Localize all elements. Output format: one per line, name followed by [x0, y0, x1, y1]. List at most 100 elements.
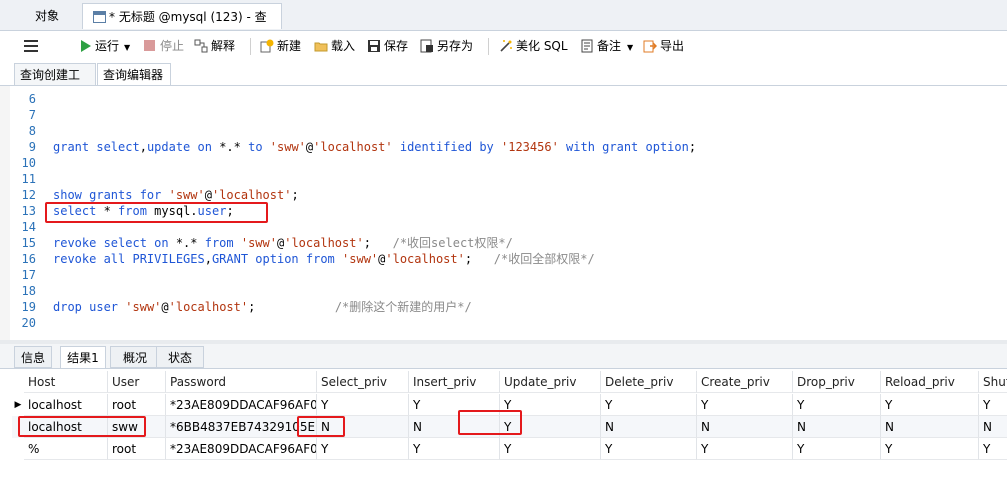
tab-query-builder[interactable]: 查询创建工具	[14, 63, 96, 104]
code-token: @	[161, 300, 169, 314]
code-line[interactable]: 7	[0, 107, 36, 123]
table-cell[interactable]: N	[697, 416, 793, 438]
code-line[interactable]: 18	[0, 283, 36, 299]
code-line[interactable]: 15 revoke select on *.* from 'sww'@'local…	[0, 235, 513, 251]
comment-dropdown-icon[interactable]: ▼	[627, 43, 633, 52]
tab-result1[interactable]: 结果1	[60, 346, 106, 368]
table-cell[interactable]: %	[24, 438, 108, 460]
table-cell[interactable]: N	[979, 416, 1007, 438]
code-token: ,	[204, 252, 212, 266]
stop-label: 停止	[160, 39, 185, 53]
table-cell[interactable]: Y	[697, 438, 793, 460]
column-header[interactable]: Shutd	[979, 371, 1007, 393]
code-token: 'localhost'	[211, 188, 292, 202]
tab-profile[interactable]: 概况	[110, 346, 160, 368]
tab-query[interactable]: * 无标题 @mysql (123) - 查询	[82, 3, 282, 50]
beautify-sql-button[interactable]: 美化 SQL	[499, 37, 568, 55]
column-header[interactable]: Reload_priv	[881, 371, 979, 393]
tab-objects[interactable]: 对象	[14, 3, 80, 29]
run-button[interactable]: 运行 ▼	[78, 37, 130, 55]
code-token: '123456'	[501, 140, 559, 154]
table-row[interactable]: %root*23AE809DDACAF96AF0FDYYYYYYYY	[12, 438, 1007, 460]
table-cell[interactable]: *23AE809DDACAF96AF0FD	[166, 394, 317, 416]
line-number: 17	[21, 268, 36, 282]
table-cell[interactable]: Y	[793, 394, 881, 416]
table-cell[interactable]: N	[881, 416, 979, 438]
code-line[interactable]: 9 grant select,update on *.* to 'sww'@'lo…	[0, 139, 696, 155]
column-header[interactable]: Create_priv	[697, 371, 793, 393]
table-cell[interactable]: N	[793, 416, 881, 438]
beautify-label: 美化 SQL	[516, 39, 568, 53]
code-line[interactable]: 10	[0, 155, 36, 171]
table-cell[interactable]: *6BB4837EB74329105EE4	[166, 416, 317, 438]
column-header[interactable]: Insert_priv	[409, 371, 500, 393]
code-line[interactable]: 14	[0, 219, 36, 235]
explain-button[interactable]: 解释	[194, 37, 235, 55]
table-cell[interactable]: *23AE809DDACAF96AF0FD	[166, 438, 317, 460]
line-number: 10	[21, 156, 36, 170]
code-line[interactable]: 8	[0, 123, 36, 139]
table-cell[interactable]: Y	[881, 394, 979, 416]
line-number: 16	[21, 252, 36, 266]
explain-label: 解释	[211, 39, 236, 53]
code-token: *.*	[168, 236, 205, 250]
column-header[interactable]: Password	[166, 371, 317, 393]
table-cell[interactable]: Y	[881, 438, 979, 460]
save-as-icon	[420, 39, 433, 53]
table-cell[interactable]: Y	[979, 438, 1007, 460]
code-token: from	[204, 236, 234, 250]
code-line[interactable]: 6	[0, 91, 36, 107]
run-dropdown-icon[interactable]: ▼	[124, 43, 130, 52]
new-label: 新建	[277, 39, 302, 53]
table-cell[interactable]: Y	[601, 394, 697, 416]
tab-query-editor[interactable]: 查询编辑器	[97, 63, 171, 85]
sql-editor[interactable]: 6 7 8 9 grant select,update on *.* to 'sww'@…	[0, 86, 1007, 340]
save-as-button[interactable]: 另存为	[420, 37, 473, 55]
code-line[interactable]: 19 drop user 'sww'@'localhost'; /*删除这个新建的…	[0, 299, 472, 315]
column-header[interactable]: Drop_priv	[793, 371, 881, 393]
table-cell[interactable]: Y	[793, 438, 881, 460]
code-line[interactable]: 16 revoke all PRIVILEGES,GRANT option fro…	[0, 251, 595, 267]
export-button[interactable]: 导出	[643, 37, 684, 55]
column-header[interactable]: Select_priv	[317, 371, 409, 393]
comment-button[interactable]: 备注 ▼	[580, 37, 633, 55]
load-button[interactable]: 载入	[314, 37, 355, 55]
export-icon	[643, 40, 657, 53]
column-header[interactable]: User	[108, 371, 166, 393]
table-cell[interactable]: localhost	[24, 394, 108, 416]
folder-icon	[314, 42, 328, 52]
code-line[interactable]: 17	[0, 267, 36, 283]
tab-status[interactable]: 状态	[156, 346, 204, 368]
column-header[interactable]: Update_priv	[500, 371, 601, 393]
code-token: ;	[363, 236, 393, 250]
table-cell[interactable]: Y	[500, 438, 601, 460]
tab-info[interactable]: 信息	[14, 346, 52, 368]
column-header[interactable]: Host	[24, 371, 108, 393]
magic-wand-icon	[500, 40, 512, 52]
column-header[interactable]: Delete_priv	[601, 371, 697, 393]
table-cell[interactable]: Y	[317, 438, 409, 460]
table-cell[interactable]: N	[601, 416, 697, 438]
save-button[interactable]: 保存	[367, 37, 408, 55]
table-cell[interactable]: Y	[317, 394, 409, 416]
code-line[interactable]: 12 show grants for 'sww'@'localhost';	[0, 187, 299, 203]
code-line[interactable]: 20	[0, 315, 36, 331]
code-text: show grants for 'sww'@'localhost';	[53, 187, 299, 203]
stop-button[interactable]: 停止	[143, 37, 184, 55]
menu-hamburger-icon[interactable]	[24, 37, 40, 55]
code-line[interactable]: 13 select * from mysql.user;	[0, 203, 234, 219]
current-row-marker-icon: ▶	[14, 400, 22, 410]
table-cell[interactable]: Y	[697, 394, 793, 416]
table-cell[interactable]: Y	[409, 438, 500, 460]
code-token: to	[248, 140, 263, 154]
table-cell[interactable]: root	[108, 394, 166, 416]
table-cell[interactable]: Y	[979, 394, 1007, 416]
table-cell[interactable]: root	[108, 438, 166, 460]
code-line[interactable]: 11	[0, 171, 36, 187]
table-cell[interactable]: Y	[601, 438, 697, 460]
result-tabs: 信息 结果1 概况 状态	[0, 344, 1007, 369]
toolbar-divider	[250, 38, 251, 55]
line-number: 19	[21, 300, 36, 314]
new-button[interactable]: 新建	[260, 37, 301, 55]
code-token: update on	[146, 140, 212, 154]
